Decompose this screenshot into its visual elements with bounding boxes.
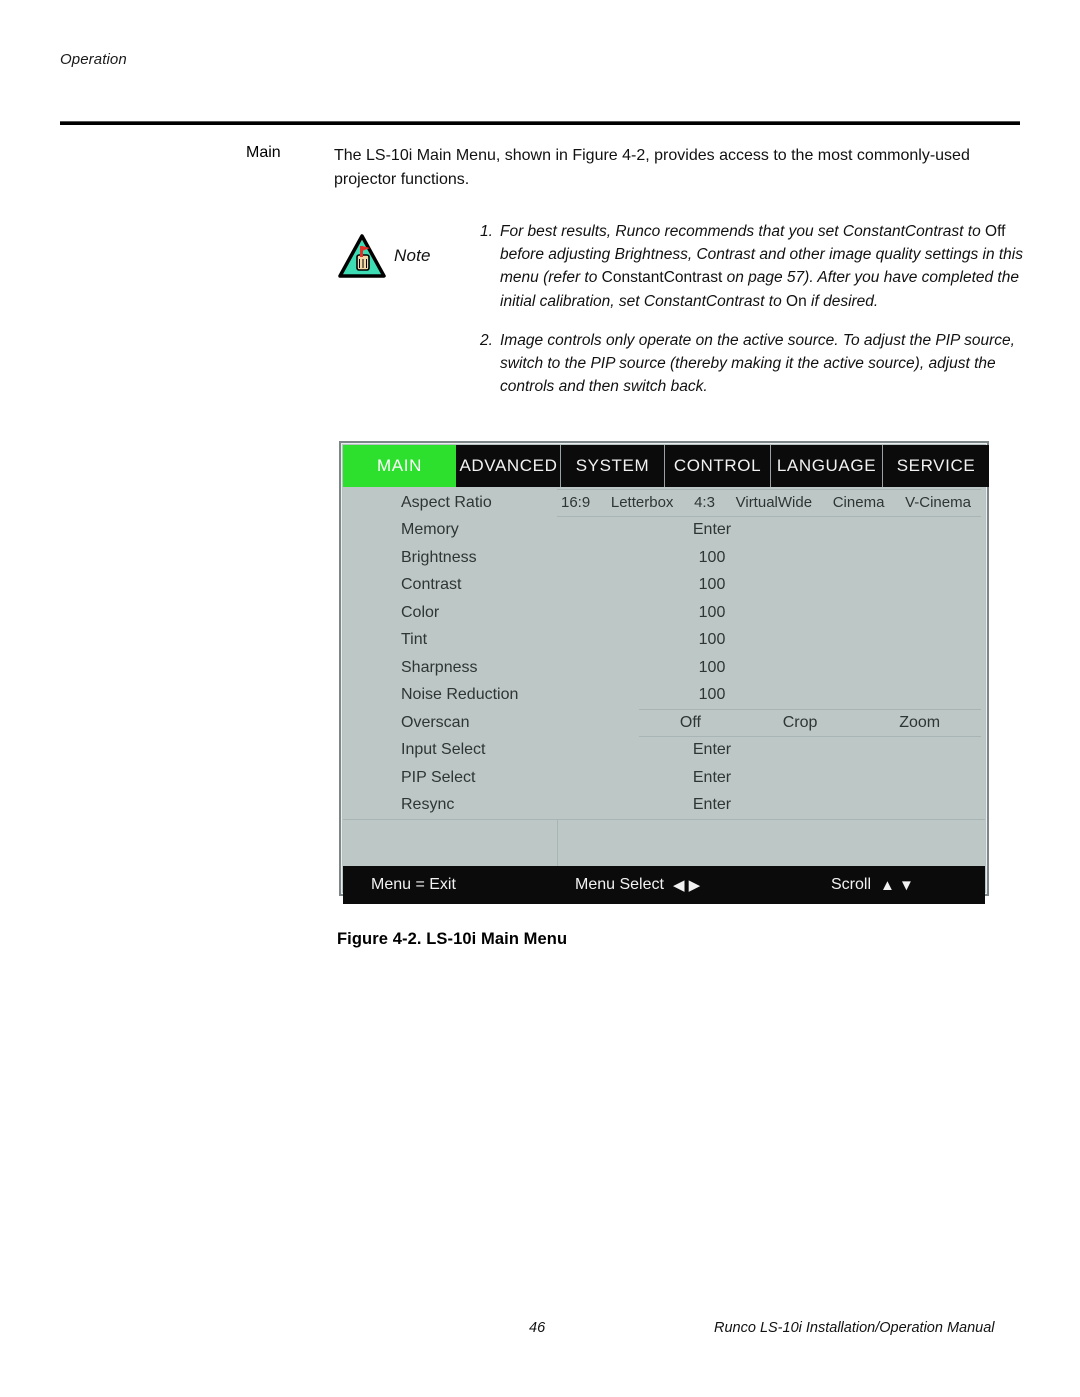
- osd-column-divider: [557, 820, 558, 866]
- osd-value-brightness[interactable]: 100: [557, 549, 985, 567]
- osd-blank-area: [343, 819, 985, 866]
- osd-label-color: Color: [401, 603, 440, 621]
- osd-label-resync: Resync: [401, 796, 455, 814]
- note-item-1-bold3: On: [786, 292, 807, 310]
- osd-label-pip-select: PIP Select: [401, 768, 476, 786]
- osd-value-input-select[interactable]: Enter: [557, 741, 985, 759]
- osd-row-overscan[interactable]: Overscan Off Crop Zoom: [343, 709, 985, 737]
- osd-label-noise-reduction: Noise Reduction: [401, 686, 519, 704]
- osd-row-contrast[interactable]: Contrast 100: [343, 572, 985, 600]
- note-item-2-text: Image controls only operate on the activ…: [500, 331, 1015, 396]
- osd-value-memory[interactable]: Enter: [557, 521, 985, 539]
- osd-label-contrast: Contrast: [401, 576, 462, 594]
- page-footer-text: Runco LS-10i Installation/Operation Manu…: [714, 1320, 995, 1336]
- page-number: 46: [529, 1320, 546, 1336]
- osd-footer-select-label: Menu Select: [575, 876, 664, 893]
- osd-footer-scroll-label: Scroll: [831, 876, 872, 893]
- osd-value-pip-select[interactable]: Enter: [557, 769, 985, 787]
- aspect-ratio-options[interactable]: 16:9 Letterbox 4:3 VirtualWide Cinema V-…: [557, 489, 981, 517]
- osd-menu-figure: MAIN ADVANCED SYSTEM CONTROL LANGUAGE SE…: [339, 441, 989, 904]
- note-item-2: 2. Image controls only operate on the act…: [480, 329, 1040, 399]
- aspect-option-cinema[interactable]: Cinema: [833, 494, 885, 511]
- osd-label-input-select: Input Select: [401, 741, 486, 759]
- overscan-options[interactable]: Off Crop Zoom: [639, 709, 981, 737]
- osd-tab-bar: MAIN ADVANCED SYSTEM CONTROL LANGUAGE SE…: [343, 445, 989, 487]
- osd-row-aspect-ratio[interactable]: Aspect Ratio 16:9 Letterbox 4:3 VirtualW…: [343, 489, 985, 517]
- section-paragraph: The LS-10i Main Menu, shown in Figure 4-…: [334, 147, 970, 188]
- osd-row-sharpness[interactable]: Sharpness 100: [343, 654, 985, 682]
- note-item-1: 1. For best results, Runco recommends tha…: [480, 220, 1040, 313]
- osd-row-memory[interactable]: Memory Enter: [343, 517, 985, 545]
- osd-row-resync[interactable]: Resync Enter: [343, 792, 985, 820]
- osd-value-color[interactable]: 100: [557, 604, 985, 622]
- up-down-arrows-icon: ▲ ▼: [880, 876, 914, 894]
- overscan-option-zoom[interactable]: Zoom: [899, 714, 940, 732]
- tab-control[interactable]: CONTROL: [665, 445, 771, 487]
- osd-value-sharpness[interactable]: 100: [557, 659, 985, 677]
- osd-value-resync[interactable]: Enter: [557, 796, 985, 814]
- aspect-option-virtualwide[interactable]: VirtualWide: [736, 494, 812, 511]
- osd-value-contrast[interactable]: 100: [557, 576, 985, 594]
- aspect-option-v-cinema[interactable]: V-Cinema: [905, 494, 971, 511]
- note-label: Note: [394, 246, 431, 265]
- note-items: 1. For best results, Runco recommends tha…: [480, 220, 1040, 414]
- osd-value-tint[interactable]: 100: [557, 631, 985, 649]
- osd-row-pip-select[interactable]: PIP Select Enter: [343, 764, 985, 792]
- note-item-2-number: 2.: [480, 331, 493, 349]
- tab-system[interactable]: SYSTEM: [561, 445, 665, 487]
- osd-footer-select-group: Menu Select ◀ ▶: [575, 876, 700, 894]
- aspect-option-4-3[interactable]: 4:3: [694, 494, 715, 511]
- osd-footer-exit: Menu = Exit: [371, 876, 456, 893]
- osd-value-noise-reduction[interactable]: 100: [557, 686, 985, 704]
- osd-label-brightness: Brightness: [401, 548, 477, 566]
- note-icon-group: Note: [338, 230, 448, 282]
- header-rule: [60, 121, 1020, 125]
- osd-footer-scroll-group: Scroll ▲ ▼: [831, 876, 914, 894]
- osd-row-tint[interactable]: Tint 100: [343, 627, 985, 655]
- note-hand-triangle-icon: [338, 234, 386, 278]
- tab-service[interactable]: SERVICE: [883, 445, 989, 487]
- osd-row-color[interactable]: Color 100: [343, 599, 985, 627]
- osd-label-sharpness: Sharpness: [401, 658, 478, 676]
- overscan-option-off[interactable]: Off: [680, 714, 701, 732]
- osd-label-tint: Tint: [401, 631, 428, 649]
- osd-row-brightness[interactable]: Brightness 100: [343, 544, 985, 572]
- tab-main[interactable]: MAIN: [343, 445, 457, 487]
- osd-footer-bar: Menu = Exit Menu Select ◀ ▶ Scroll ▲ ▼: [343, 866, 985, 904]
- osd-row-input-select[interactable]: Input Select Enter: [343, 737, 985, 765]
- running-head: Operation: [60, 51, 127, 68]
- osd-row-noise-reduction[interactable]: Noise Reduction 100: [343, 682, 985, 710]
- overscan-option-crop[interactable]: Crop: [783, 714, 818, 732]
- osd-label-overscan: Overscan: [401, 713, 470, 731]
- tab-language[interactable]: LANGUAGE: [771, 445, 883, 487]
- note-item-1-number: 1.: [480, 223, 493, 240]
- note-item-1-part4: if desired.: [806, 292, 879, 310]
- osd-label-aspect-ratio: Aspect Ratio: [401, 493, 492, 511]
- osd-inner: MAIN ADVANCED SYSTEM CONTROL LANGUAGE SE…: [343, 445, 989, 904]
- tab-advanced[interactable]: ADVANCED: [457, 445, 561, 487]
- figure-caption: Figure 4-2. LS-10i Main Menu: [337, 930, 568, 948]
- note-item-1-part1: For best results, Runco recommends that …: [500, 223, 986, 240]
- section-label: Main: [246, 144, 281, 161]
- osd-body: Aspect Ratio 16:9 Letterbox 4:3 VirtualW…: [343, 487, 985, 866]
- aspect-option-16-9[interactable]: 16:9: [561, 494, 590, 511]
- note-item-1-bold1: Off: [985, 223, 1006, 240]
- osd-label-memory: Memory: [401, 521, 459, 539]
- note-item-1-bold2: ConstantContrast: [601, 269, 723, 287]
- left-right-arrows-icon: ◀ ▶: [672, 876, 701, 894]
- aspect-option-letterbox[interactable]: Letterbox: [611, 494, 674, 511]
